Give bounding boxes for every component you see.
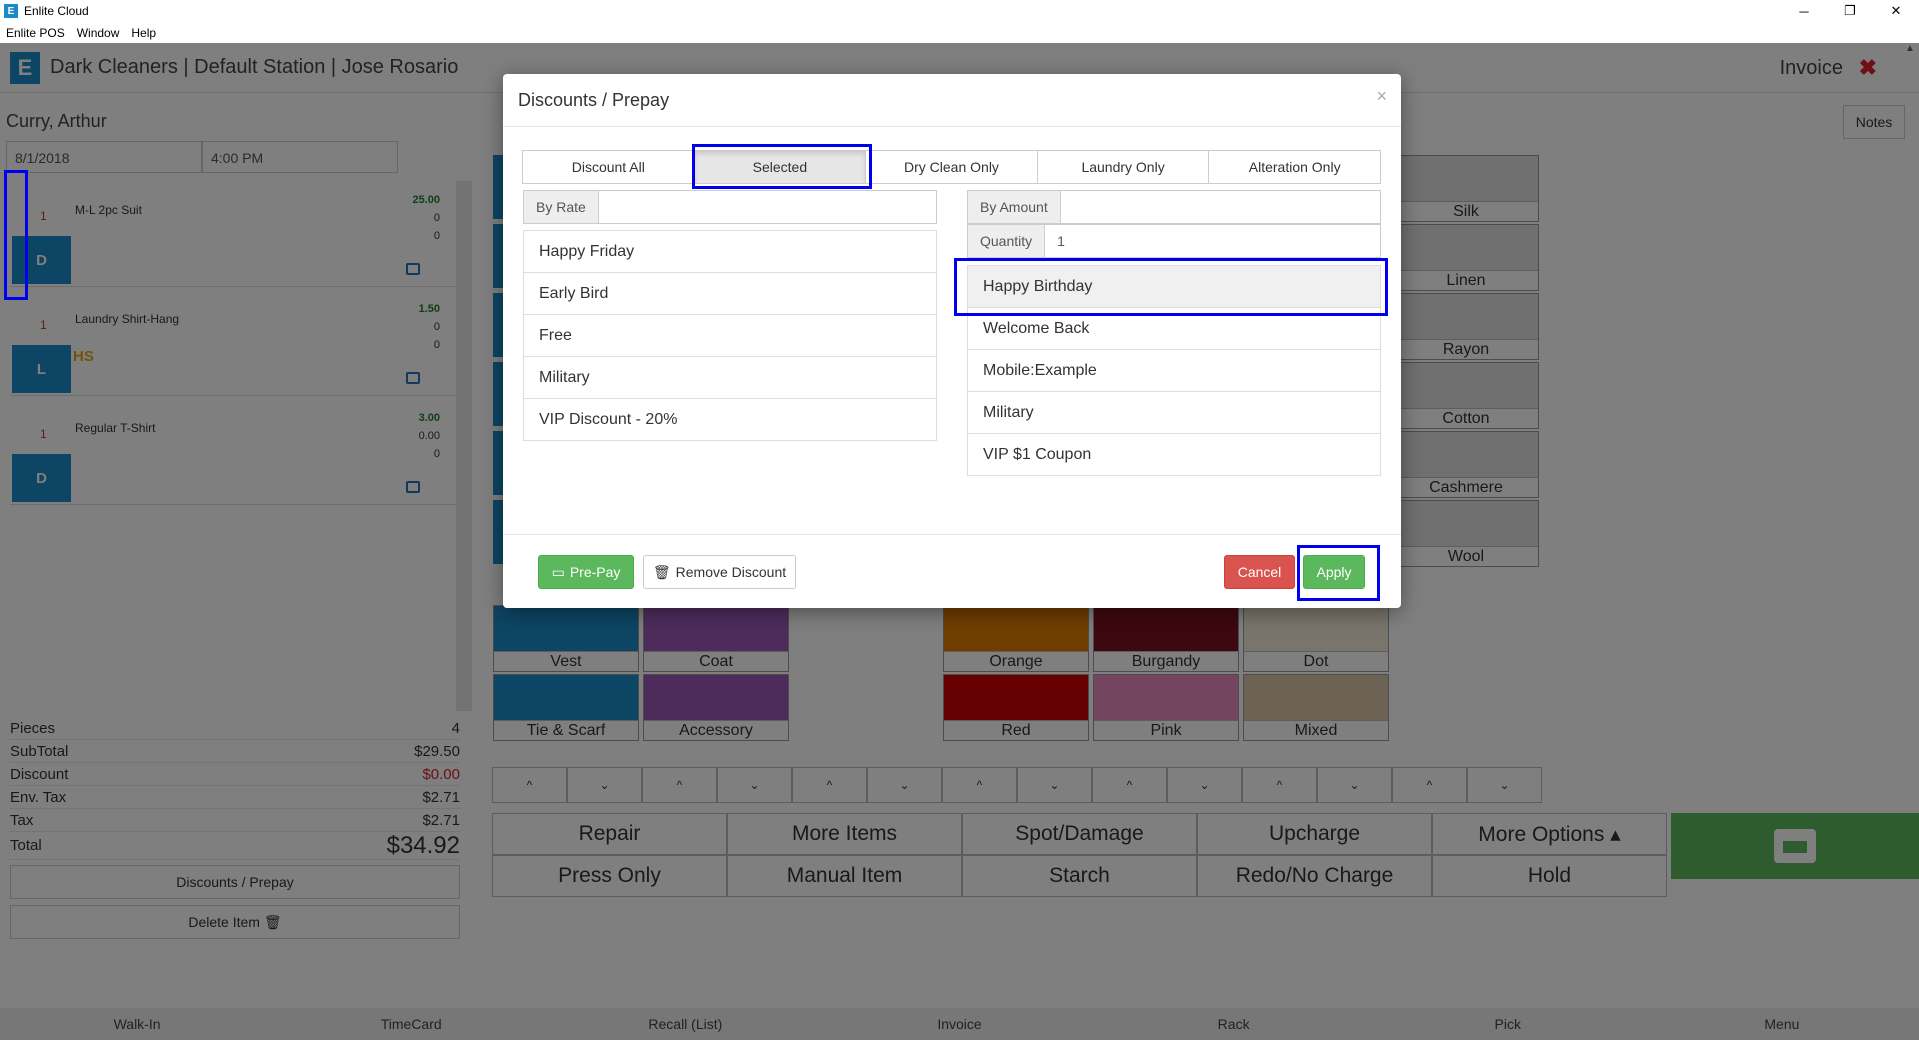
credit-card-icon: ▭ bbox=[551, 563, 565, 580]
menubar: Enlite POS Window Help bbox=[0, 22, 1919, 43]
rate-discount-item[interactable]: Military bbox=[523, 356, 937, 399]
menu-enlite-pos[interactable]: Enlite POS bbox=[6, 26, 65, 40]
window-title: Enlite Cloud bbox=[24, 4, 89, 18]
by-rate-group: By Rate bbox=[523, 190, 937, 224]
modal-divider bbox=[503, 126, 1401, 127]
rate-discount-item[interactable]: Happy Friday bbox=[523, 230, 937, 273]
rate-discount-list: Happy Friday Early Bird Free Military VI… bbox=[523, 230, 937, 441]
enlite-logo-icon: E bbox=[4, 4, 18, 18]
modal-title: Discounts / Prepay bbox=[518, 90, 670, 110]
modal-footer-divider bbox=[503, 534, 1401, 535]
remove-discount-button[interactable]: 🗑 Remove Discount bbox=[643, 555, 796, 589]
menu-help[interactable]: Help bbox=[131, 26, 156, 40]
tab-alteration-only[interactable]: Alteration Only bbox=[1208, 150, 1381, 184]
discounts-modal: Discounts / Prepay × Discount All Select… bbox=[503, 74, 1401, 608]
by-rate-input[interactable] bbox=[598, 190, 937, 224]
tab-laundry-only[interactable]: Laundry Only bbox=[1036, 150, 1210, 184]
by-amount-input[interactable] bbox=[1060, 190, 1381, 224]
prepay-button[interactable]: ▭ Pre-Pay bbox=[538, 555, 634, 589]
window-titlebar: E Enlite Cloud bbox=[0, 0, 1919, 22]
cancel-button[interactable]: Cancel bbox=[1224, 555, 1295, 589]
amount-discount-item[interactable]: Welcome Back bbox=[967, 307, 1381, 350]
rate-discount-item[interactable]: Free bbox=[523, 314, 937, 357]
quantity-group: Quantity 1 bbox=[967, 224, 1381, 258]
amount-discount-item[interactable]: Mobile:Example bbox=[967, 349, 1381, 392]
amount-discount-item-selected[interactable]: Happy Birthday bbox=[967, 265, 1381, 308]
by-amount-group: By Amount bbox=[967, 190, 1381, 224]
rate-discount-item[interactable]: VIP Discount - 20% bbox=[523, 398, 937, 441]
menu-window[interactable]: Window bbox=[77, 26, 120, 40]
tab-dry-clean-only[interactable]: Dry Clean Only bbox=[865, 150, 1038, 184]
rate-discount-item[interactable]: Early Bird bbox=[523, 272, 937, 315]
apply-button[interactable]: Apply bbox=[1303, 555, 1365, 589]
amount-discount-list: Happy Birthday Welcome Back Mobile:Examp… bbox=[967, 265, 1381, 476]
amount-discount-item[interactable]: VIP $1 Coupon bbox=[967, 433, 1381, 476]
trash-icon: 🗑 bbox=[652, 563, 671, 580]
restore-button[interactable]: ❐ bbox=[1827, 0, 1873, 22]
remove-discount-label: Remove Discount bbox=[675, 564, 787, 580]
modal-close-icon[interactable]: × bbox=[1376, 86, 1387, 107]
by-amount-label: By Amount bbox=[967, 190, 1061, 224]
prepay-label: Pre-Pay bbox=[569, 564, 621, 580]
quantity-input[interactable]: 1 bbox=[1045, 224, 1381, 258]
quantity-label: Quantity bbox=[967, 224, 1046, 258]
window-close-button[interactable]: ✕ bbox=[1873, 0, 1919, 22]
tab-discount-all[interactable]: Discount All bbox=[522, 150, 695, 184]
by-rate-label: By Rate bbox=[523, 190, 599, 224]
tab-selected[interactable]: Selected bbox=[693, 150, 867, 184]
discount-scope-tabs: Discount All Selected Dry Clean Only Lau… bbox=[522, 150, 1381, 184]
minimize-button[interactable]: ─ bbox=[1781, 0, 1827, 22]
amount-discount-item[interactable]: Military bbox=[967, 391, 1381, 434]
